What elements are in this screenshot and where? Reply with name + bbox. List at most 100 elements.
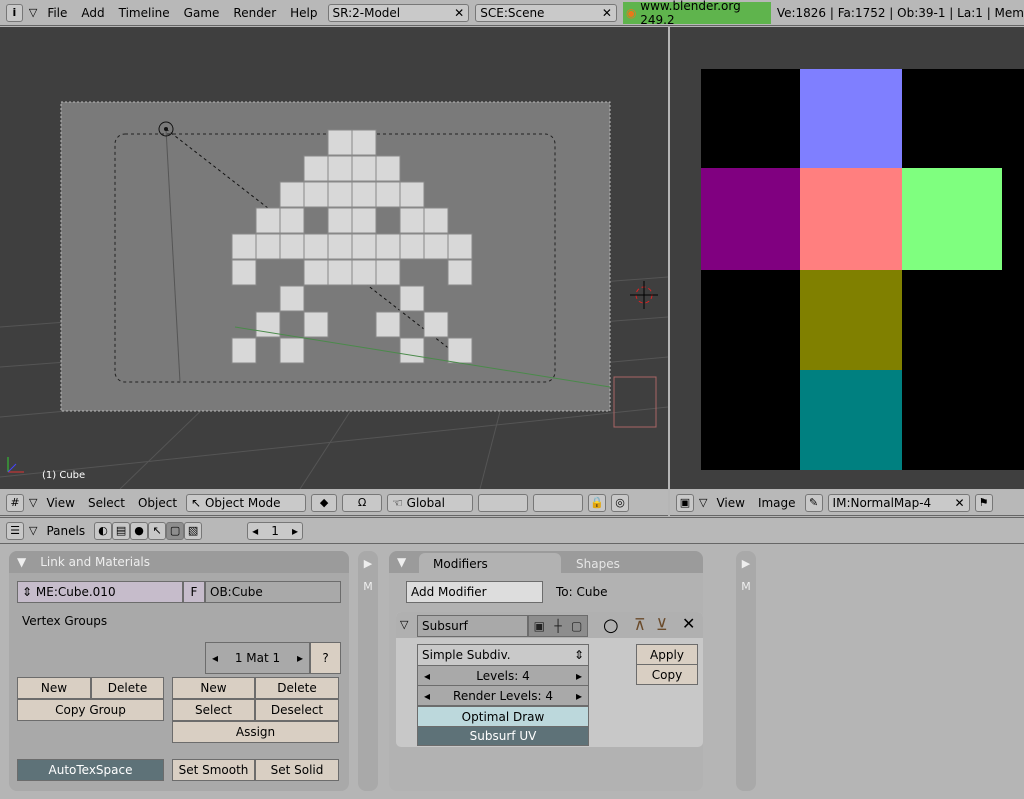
copy-button[interactable]: Copy (636, 664, 698, 685)
mesh-cube (423, 207, 449, 234)
menu-view[interactable]: View (712, 496, 748, 510)
collapse-icon[interactable]: ▼ (17, 555, 26, 569)
mesh-cube (303, 233, 329, 260)
apply-button[interactable]: Apply (636, 644, 698, 665)
menu-select[interactable]: Select (84, 496, 129, 510)
subsurf-uv-toggle[interactable]: Subsurf UV (417, 726, 589, 746)
copy-group-button[interactable]: Copy Group (17, 699, 164, 721)
frame-field[interactable]: ◂ 1 ▸ (247, 521, 304, 540)
collapsed-panel[interactable]: ▶ M (358, 551, 378, 791)
paint-icon[interactable]: ✎ (804, 493, 823, 512)
realtime-icon[interactable]: ┼ (554, 619, 561, 633)
cage-icon[interactable]: ○ (603, 615, 619, 636)
expand-icon[interactable]: ▶ (358, 557, 378, 570)
vgroup-delete-button[interactable]: Delete (91, 677, 164, 699)
modifier-name-field[interactable]: Subsurf (417, 615, 528, 637)
material-index-field[interactable]: ◂ 1 Mat 1 ▸ (205, 642, 310, 674)
collapsed-panel[interactable]: ▶ M (736, 551, 756, 791)
render-levels-field[interactable]: ◂ Render Levels: 4 ▸ (417, 685, 589, 706)
panel-letter: M (363, 580, 373, 593)
levels-field[interactable]: ◂ Levels: 4 ▸ (417, 665, 589, 686)
buttons-window-icon[interactable]: ☰ (6, 521, 24, 540)
move-up-icon[interactable]: ⊼ (634, 615, 646, 634)
render-icon[interactable]: ▣ (534, 619, 545, 633)
menu-add[interactable]: Add (77, 6, 108, 20)
add-modifier-button[interactable]: Add Modifier (406, 581, 543, 603)
assign-button[interactable]: Assign (172, 721, 339, 743)
expand-icon[interactable]: ▶ (736, 557, 756, 570)
vgroup-new-button[interactable]: New (17, 677, 91, 699)
pivot-icon[interactable]: Ω (342, 493, 383, 512)
tab-modifiers[interactable]: Modifiers (419, 553, 561, 575)
image-selector[interactable]: IM:NormalMap-4 ✕ (827, 493, 970, 512)
editmode-icon[interactable]: ▢ (571, 619, 582, 633)
menu-game[interactable]: Game (180, 6, 224, 20)
grid-icon[interactable]: # (6, 493, 24, 512)
menu-image[interactable]: Image (754, 496, 800, 510)
material-index-value: 1 Mat 1 (234, 651, 281, 665)
mesh-cube (279, 207, 305, 234)
mesh-cube (279, 181, 305, 208)
menu-help[interactable]: Help (286, 6, 321, 20)
remove-modifier-icon[interactable]: ✕ (682, 614, 695, 633)
orientation-select[interactable]: ☜ Global (387, 493, 474, 512)
collapse-icon[interactable]: ▽ (29, 524, 37, 537)
close-icon[interactable]: ✕ (454, 6, 464, 20)
snap-icon[interactable]: ◎ (611, 493, 630, 512)
collapse-icon[interactable]: ▽ (400, 618, 408, 631)
render-levels-value: Render Levels: 4 (453, 688, 553, 703)
editing-icon[interactable]: ▢ (166, 521, 185, 540)
shading-icon[interactable]: ● (130, 521, 149, 540)
mode-select[interactable]: ↖ Object Mode (186, 493, 307, 512)
layers-2-icon[interactable] (533, 493, 584, 512)
material-delete-button[interactable]: Delete (255, 677, 339, 699)
close-icon[interactable]: ✕ (954, 496, 964, 510)
set-solid-button[interactable]: Set Solid (255, 759, 339, 781)
object-name-field[interactable]: OB:Cube (205, 581, 341, 603)
subdivision-type-select[interactable]: Simple Subdiv. ⇕ (417, 644, 589, 666)
logic-icon[interactable]: ◐ (94, 521, 113, 540)
layers-1-icon[interactable] (478, 493, 529, 512)
mesh-selector[interactable]: ⇕ ME:Cube.010 (17, 581, 183, 603)
material-new-button[interactable]: New (172, 677, 255, 699)
map-face-bottom (800, 370, 902, 470)
menu-file[interactable]: File (43, 6, 71, 20)
help-button[interactable]: ? (310, 642, 341, 674)
info-icon[interactable]: i (6, 3, 23, 22)
mesh-cube (351, 129, 377, 156)
optimal-draw-toggle[interactable]: Optimal Draw (417, 706, 589, 727)
select-button[interactable]: Select (172, 699, 255, 721)
collapse-icon[interactable]: ▽ (29, 6, 37, 19)
tab-shapes[interactable]: Shapes (563, 554, 701, 574)
menu-timeline[interactable]: Timeline (115, 6, 174, 20)
menu-object[interactable]: Object (134, 496, 181, 510)
image-editor-icon[interactable]: ▣ (676, 493, 694, 512)
object-icon[interactable]: ↖ (148, 521, 167, 540)
autotexspace-toggle[interactable]: AutoTexSpace (17, 759, 164, 781)
scene-icon[interactable]: ▧ (184, 521, 203, 540)
fake-user-button[interactable]: F (183, 581, 205, 603)
3d-viewport[interactable]: (1) Cube (0, 27, 668, 489)
mesh-cube (375, 311, 401, 338)
lock-icon[interactable]: 🔒 (588, 493, 607, 512)
map-face-right (902, 168, 1002, 270)
blender-logo-icon: ◉ (625, 5, 637, 20)
menu-view[interactable]: View (42, 496, 78, 510)
mesh-cube (375, 155, 401, 182)
move-down-icon[interactable]: ⊻ (656, 615, 668, 634)
collapse-icon[interactable]: ▼ (397, 555, 406, 569)
set-smooth-button[interactable]: Set Smooth (172, 759, 255, 781)
panel-header[interactable]: ▼ Link and Materials (9, 551, 349, 573)
collapse-icon[interactable]: ▽ (699, 496, 707, 509)
map-face-lower (800, 270, 902, 370)
collapse-icon[interactable]: ▽ (29, 496, 37, 509)
image-editor[interactable] (670, 27, 1024, 489)
script-icon[interactable]: ▤ (112, 521, 131, 540)
draw-type-icon[interactable]: ◆ (311, 493, 338, 512)
scene-selector[interactable]: SCE:Scene ✕ (475, 3, 617, 22)
deselect-button[interactable]: Deselect (255, 699, 339, 721)
screen-selector[interactable]: SR:2-Model ✕ (327, 3, 470, 22)
menu-render[interactable]: Render (229, 6, 280, 20)
pin-icon[interactable]: ⚑ (974, 493, 993, 512)
close-icon[interactable]: ✕ (602, 6, 612, 20)
